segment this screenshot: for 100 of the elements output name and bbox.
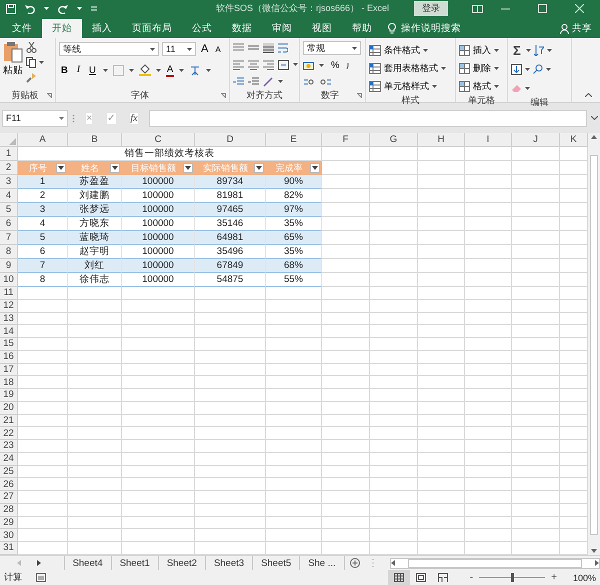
column-header[interactable]: I bbox=[465, 133, 512, 147]
ribbon-tab[interactable]: 页面布局 bbox=[122, 19, 182, 38]
group-label: 单元格 bbox=[467, 94, 496, 107]
row-header[interactable]: 24 bbox=[0, 452, 18, 466]
underline-button[interactable]: U bbox=[87, 62, 98, 78]
row-header[interactable]: 12 bbox=[0, 300, 18, 312]
column-header[interactable]: K bbox=[560, 133, 588, 147]
table-cell: 100000 bbox=[122, 273, 195, 287]
table-cell: 徐伟志 bbox=[68, 273, 122, 287]
bold-button[interactable]: B bbox=[59, 62, 70, 78]
font-size-field[interactable]: 11 bbox=[162, 42, 196, 56]
table-cell: 64981 bbox=[195, 231, 266, 245]
group-label: 样式 bbox=[400, 94, 420, 107]
table-cell: 90% bbox=[266, 175, 322, 189]
row-header[interactable]: 30 bbox=[0, 529, 18, 542]
style-command[interactable]: 条件格式 bbox=[382, 42, 422, 58]
autosum-button[interactable]: Σ bbox=[511, 42, 523, 58]
share-button[interactable]: 共享 bbox=[572, 22, 592, 35]
row-header[interactable]: 13 bbox=[0, 312, 18, 326]
row-header[interactable]: 29 bbox=[0, 516, 18, 530]
header-label: 实际销售额 bbox=[202, 162, 249, 174]
cells-command[interactable]: 插入 bbox=[471, 42, 493, 58]
row-header[interactable]: 8 bbox=[0, 245, 18, 259]
table-cell: 54875 bbox=[195, 273, 266, 287]
zoom-in-button[interactable]: + bbox=[549, 572, 559, 583]
insert-function-button[interactable]: fx bbox=[130, 112, 138, 124]
row-header[interactable]: 27 bbox=[0, 491, 18, 504]
row-header[interactable]: 26 bbox=[0, 478, 18, 491]
row-header[interactable]: 6 bbox=[0, 217, 18, 231]
row-header[interactable]: 9 bbox=[0, 259, 18, 273]
row-header[interactable]: 10 bbox=[0, 273, 18, 287]
row-header[interactable]: 11 bbox=[0, 287, 18, 300]
row-header[interactable]: 21 bbox=[0, 414, 18, 428]
sign-in-button[interactable]: 登录 bbox=[414, 1, 448, 16]
column-header[interactable]: H bbox=[418, 133, 465, 147]
name-box[interactable]: F11 bbox=[2, 110, 68, 126]
row-header[interactable]: 5 bbox=[0, 203, 18, 217]
ribbon-tab[interactable]: 公式 bbox=[182, 19, 222, 38]
column-header[interactable]: G bbox=[370, 133, 418, 147]
column-header[interactable]: F bbox=[322, 133, 370, 147]
row-header[interactable]: 7 bbox=[0, 231, 18, 245]
tell-me-search[interactable]: 操作说明搜索 bbox=[401, 22, 461, 35]
table-cell: 刘建鹏 bbox=[68, 189, 122, 203]
grow-font-button[interactable]: A bbox=[199, 42, 210, 56]
row-header[interactable]: 28 bbox=[0, 504, 18, 516]
style-command[interactable]: 单元格样式 bbox=[382, 78, 431, 94]
row-header[interactable]: 3 bbox=[0, 175, 18, 189]
row-header[interactable]: 15 bbox=[0, 338, 18, 351]
table-cell: 35% bbox=[266, 217, 322, 231]
table-cell: 蓝晓琦 bbox=[68, 231, 122, 245]
row-header[interactable]: 14 bbox=[0, 325, 18, 338]
table-cell: 100000 bbox=[122, 231, 195, 245]
ribbon-tab[interactable]: 帮助 bbox=[342, 19, 382, 38]
row-header[interactable]: 31 bbox=[0, 542, 18, 555]
row-header[interactable]: 16 bbox=[0, 350, 18, 364]
percent-button[interactable]: % bbox=[329, 58, 342, 73]
table-cell: 7 bbox=[18, 259, 68, 273]
table-cell: 35146 bbox=[195, 217, 266, 231]
row-header[interactable]: 17 bbox=[0, 364, 18, 376]
number-format-field[interactable]: 常规 bbox=[303, 41, 361, 55]
table-cell: 赵宇明 bbox=[68, 245, 122, 259]
cells-command[interactable]: 删除 bbox=[471, 60, 493, 76]
status-mode: 计算 bbox=[4, 571, 22, 584]
row-header[interactable]: 22 bbox=[0, 427, 18, 440]
zoom-level[interactable]: 100% bbox=[572, 572, 596, 582]
row-header[interactable]: 4 bbox=[0, 189, 18, 203]
row-header[interactable]: 19 bbox=[0, 389, 18, 402]
ribbon-tab[interactable]: 数据 bbox=[222, 19, 262, 38]
ribbon-tab[interactable]: 文件 bbox=[2, 19, 42, 38]
shrink-font-button[interactable]: A bbox=[213, 42, 223, 56]
table-cell: 1 bbox=[18, 175, 68, 189]
column-header[interactable]: B bbox=[68, 133, 122, 147]
font-color-button[interactable]: A bbox=[166, 63, 174, 77]
cells-command[interactable]: 格式 bbox=[471, 78, 493, 94]
column-header[interactable]: J bbox=[512, 133, 560, 147]
column-header[interactable]: A bbox=[18, 133, 68, 147]
table-cell: 100000 bbox=[122, 203, 195, 217]
row-header[interactable]: 1 bbox=[0, 147, 18, 161]
paste-button[interactable]: 粘贴 bbox=[3, 41, 23, 89]
column-header[interactable]: E bbox=[266, 133, 322, 147]
ribbon-tab[interactable]: 审阅 bbox=[262, 19, 302, 38]
table-cell: 2 bbox=[18, 189, 68, 203]
column-header[interactable]: D bbox=[195, 133, 266, 147]
row-header[interactable]: 23 bbox=[0, 440, 18, 453]
row-header[interactable]: 20 bbox=[0, 402, 18, 414]
table-cell: 100000 bbox=[122, 245, 195, 259]
ribbon-tab[interactable]: 插入 bbox=[82, 19, 122, 38]
style-command[interactable]: 套用表格格式 bbox=[382, 60, 440, 76]
row-header[interactable]: 25 bbox=[0, 466, 18, 478]
italic-button[interactable]: I bbox=[74, 62, 82, 78]
ribbon-tab[interactable]: 视图 bbox=[302, 19, 342, 38]
header-label: 序号 bbox=[28, 162, 48, 174]
table-cell: 82% bbox=[266, 189, 322, 203]
row-header[interactable]: 18 bbox=[0, 376, 18, 389]
column-header[interactable]: C bbox=[122, 133, 195, 147]
row-header[interactable]: 2 bbox=[0, 161, 18, 175]
font-name-field[interactable]: 等线 bbox=[59, 42, 159, 56]
ribbon-tab[interactable]: 开始 bbox=[42, 19, 82, 38]
zoom-out-button[interactable]: - bbox=[468, 572, 476, 583]
group-label: 字体 bbox=[130, 89, 150, 102]
